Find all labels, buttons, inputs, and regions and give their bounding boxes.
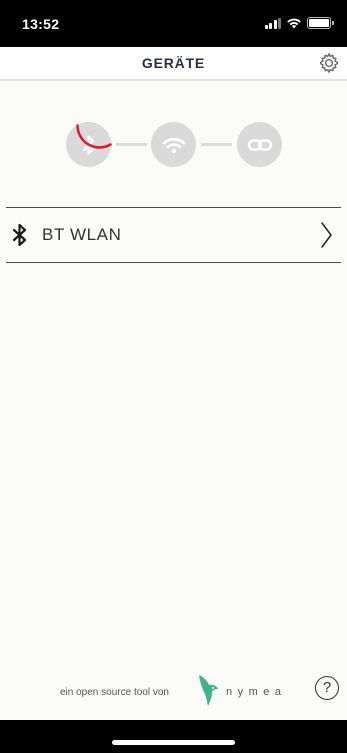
footer: ein open source tool von nymea ? [0, 671, 347, 707]
link-icon [247, 138, 272, 151]
battery-icon [307, 17, 334, 29]
brand-name: nymea [226, 686, 287, 698]
status-bar: 13:52 [0, 0, 347, 47]
home-indicator[interactable] [112, 740, 235, 745]
home-indicator-area [0, 720, 347, 753]
device-name: BT WLAN [42, 225, 122, 244]
status-time: 13:52 [22, 16, 60, 32]
chevron-right-icon [321, 222, 332, 248]
help-button[interactable]: ? [315, 676, 339, 700]
step-link [237, 122, 282, 167]
setup-progress-steps [66, 122, 282, 167]
app-screen: GERÄTE BT WLAN ein open source tool von … [0, 47, 347, 720]
bluetooth-icon [12, 223, 27, 247]
step-progress-ring [76, 124, 112, 149]
device-list: BT WLAN [6, 207, 341, 263]
device-row-bt-wlan[interactable]: BT WLAN [6, 207, 341, 263]
gear-icon[interactable] [318, 52, 340, 74]
step-bluetooth [66, 122, 112, 167]
page-title: GERÄTE [141, 55, 206, 71]
header: GERÄTE [0, 47, 347, 81]
step-connector [116, 143, 147, 146]
step-connector [201, 143, 232, 146]
nymea-logo-icon [199, 675, 218, 706]
step-wifi [151, 122, 196, 167]
status-icons [264, 17, 334, 29]
wifi-icon [162, 137, 185, 153]
wifi-icon [287, 18, 301, 29]
cellular-signal-icon [264, 17, 281, 29]
footer-text: ein open source tool von [60, 687, 169, 698]
